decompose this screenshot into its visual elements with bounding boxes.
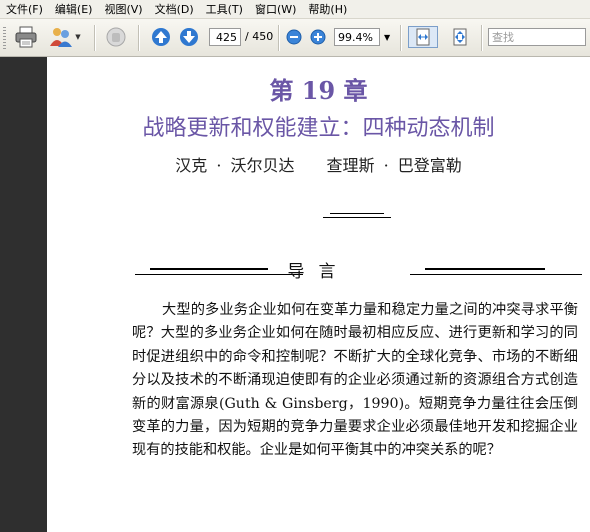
navigation-pane[interactable] bbox=[0, 57, 47, 532]
people-icon bbox=[50, 28, 73, 47]
minus-circle-icon bbox=[286, 29, 302, 45]
toolbar-separator bbox=[481, 25, 483, 51]
zoom-dropdown-icon[interactable]: ▼ bbox=[384, 33, 390, 42]
fit-page-icon bbox=[453, 28, 467, 46]
menu-file[interactable]: 文件(F) bbox=[0, 1, 49, 17]
heading-rule-right bbox=[410, 274, 582, 275]
fit-width-button[interactable] bbox=[408, 26, 438, 48]
toolbar: ▼ 425 / 450 99.4% ▼ 查找 bbox=[0, 19, 590, 57]
arrow-down-icon bbox=[180, 28, 198, 46]
chapter-authors: 汉克 · 沃尔贝达 查理斯 · 巴登富勒 bbox=[175, 156, 462, 175]
zoom-out-button[interactable] bbox=[285, 26, 303, 48]
hand-icon bbox=[106, 27, 126, 47]
chapter-number: 第 19 章 bbox=[269, 76, 368, 105]
document-page: 第 19 章 战略更新和权能建立：四种动态机制 汉克 · 沃尔贝达 查理斯 · … bbox=[47, 57, 590, 532]
toolbar-separator bbox=[138, 25, 140, 51]
divider-line bbox=[330, 213, 384, 214]
body-paragraph: 大型的多业务企业如何在变革力量和稳定力量之间的冲突寻求平衡呢？大型的多业务企业如… bbox=[132, 302, 578, 459]
arrow-up-icon bbox=[152, 28, 170, 46]
print-button[interactable] bbox=[12, 26, 40, 48]
toolbar-separator bbox=[278, 25, 280, 51]
chevron-down-icon: ▼ bbox=[75, 33, 81, 41]
previous-page-button[interactable] bbox=[150, 26, 172, 48]
chapter-title: 战略更新和权能建立：四种动态机制 bbox=[142, 116, 495, 141]
toolbar-gripper[interactable] bbox=[3, 27, 6, 49]
page-number-input[interactable]: 425 bbox=[209, 28, 241, 46]
search-input[interactable]: 查找 bbox=[488, 28, 586, 46]
heading-rule-right bbox=[425, 268, 545, 270]
menu-document[interactable]: 文档(D) bbox=[149, 1, 200, 17]
fit-width-icon bbox=[416, 28, 430, 46]
zoom-level-input[interactable]: 99.4% bbox=[334, 28, 380, 46]
menu-edit[interactable]: 编辑(E) bbox=[49, 1, 99, 17]
collaborate-button[interactable]: ▼ bbox=[46, 26, 84, 48]
toolbar-separator bbox=[94, 25, 96, 51]
menu-window[interactable]: 窗口(W) bbox=[249, 1, 302, 17]
page-total: / 450 bbox=[245, 30, 274, 43]
toolbar-separator bbox=[400, 25, 402, 51]
zoom-in-button[interactable] bbox=[309, 26, 327, 48]
printer-icon bbox=[15, 26, 37, 48]
hand-tool-button[interactable] bbox=[102, 26, 130, 48]
next-page-button[interactable] bbox=[178, 26, 200, 48]
menu-tools[interactable]: 工具(T) bbox=[200, 1, 249, 17]
plus-circle-icon bbox=[310, 29, 326, 45]
menu-help[interactable]: 帮助(H) bbox=[302, 1, 353, 17]
menu-view[interactable]: 视图(V) bbox=[98, 1, 148, 17]
divider-line bbox=[323, 217, 391, 218]
menu-bar: 文件(F) 编辑(E) 视图(V) 文档(D) 工具(T) 窗口(W) 帮助(H… bbox=[0, 0, 590, 19]
fit-page-button[interactable] bbox=[446, 26, 474, 48]
